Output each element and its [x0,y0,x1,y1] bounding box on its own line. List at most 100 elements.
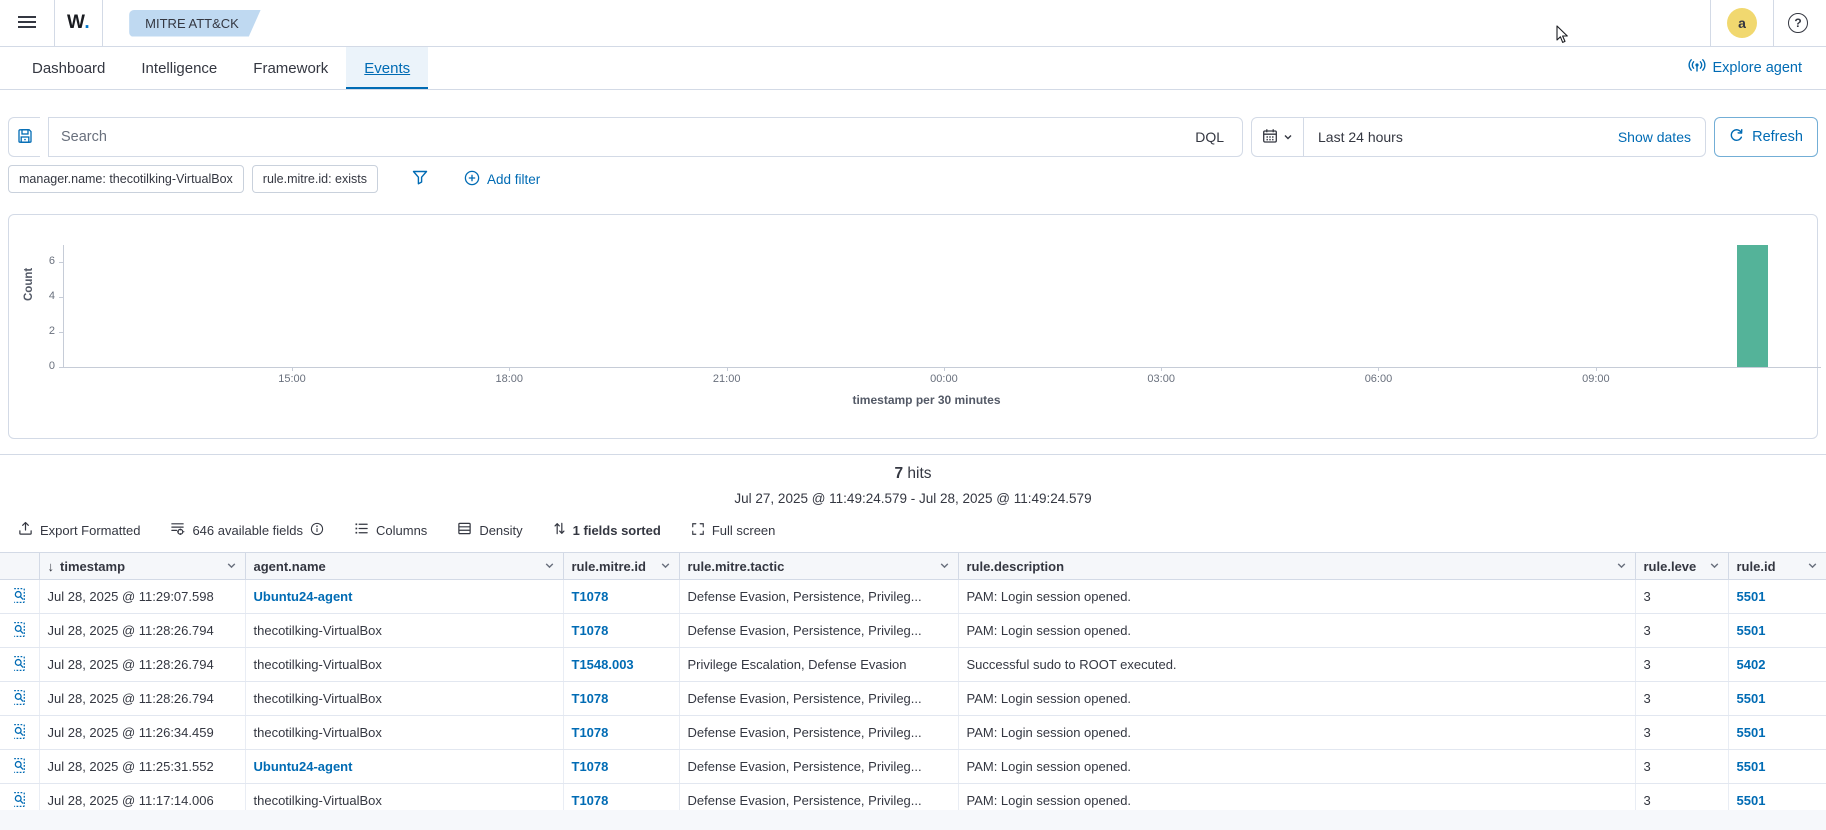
table-row: Jul 28, 2025 @ 11:28:26.794thecotilking-… [0,682,1826,716]
chevron-down-icon[interactable] [544,559,555,574]
chevron-down-icon[interactable] [1807,559,1818,574]
inspect-document-button[interactable] [9,653,30,677]
rule-id-link[interactable]: 5501 [1737,589,1766,604]
column-header-rule-description[interactable]: rule.description [958,553,1635,580]
explore-agent-button[interactable]: Explore agent [1682,47,1808,89]
cell-rule-id: 5501 [1728,716,1826,750]
inspect-document-button[interactable] [9,789,30,813]
chart-x-tick [1161,367,1162,371]
row-control-cell [0,614,39,648]
cell-rule-level: 3 [1635,580,1728,614]
tab-events[interactable]: Events [346,47,428,89]
filter-options-button[interactable] [408,166,432,192]
column-header-rule-id[interactable]: rule.id [1728,553,1826,580]
chevron-down-icon [1283,130,1293,145]
column-header-agent-name[interactable]: agent.name [245,553,563,580]
chart-x-tick [727,367,728,371]
chart-x-tick-label: 15:00 [278,373,306,385]
available-fields-button[interactable]: 646 available fields [170,521,324,539]
filter-funnel-icon [412,170,428,188]
agent-name-link[interactable]: Ubuntu24-agent [254,589,353,604]
rule-id-link[interactable]: 5402 [1737,657,1766,672]
cell-rule-mitre-tactic: Defense Evasion, Persistence, Privileg..… [679,750,958,784]
chart-x-tick-label: 06:00 [1365,373,1393,385]
chevron-down-icon[interactable] [226,559,237,574]
cell-agent-name: Ubuntu24-agent [245,750,563,784]
filter-pill-rule-mitre-id[interactable]: rule.mitre.id: exists [252,165,378,193]
chevron-down-icon[interactable] [1709,559,1720,574]
table-row: Jul 28, 2025 @ 11:28:26.794thecotilking-… [0,648,1826,682]
inspect-icon [11,791,28,811]
rule-id-link[interactable]: 5501 [1737,623,1766,638]
inspect-document-button[interactable] [9,687,30,711]
rule-id-link[interactable]: 5501 [1737,691,1766,706]
column-header-rule-level[interactable]: rule.level [1635,553,1728,580]
cell-rule-mitre-id: T1078 [563,614,679,648]
chart-x-tick [292,367,293,371]
fields-sorted-button[interactable]: 1 fields sorted [553,521,661,539]
add-filter-button[interactable]: Add filter [458,169,546,190]
help-button[interactable]: ? [1788,13,1808,33]
column-header-timestamp[interactable]: ↓timestamp [39,553,245,580]
chart-x-tick [1378,367,1379,371]
chevron-down-icon[interactable] [660,559,671,574]
cell-rule-mitre-id: T1078 [563,716,679,750]
column-header-rule-mitre-tactic[interactable]: rule.mitre.tactic [679,553,958,580]
chevron-down-icon[interactable] [939,559,950,574]
rule-id-link[interactable]: 5501 [1737,725,1766,740]
cell-rule-id: 5501 [1728,614,1826,648]
time-range-button[interactable]: Last 24 hours [1304,129,1604,145]
row-control-cell [0,750,39,784]
menu-icon [18,14,36,33]
rule-id-link[interactable]: 5501 [1737,793,1766,808]
rule-mitre-id-link[interactable]: T1078 [572,589,609,604]
events-table-header: ↓timestampagent.namerule.mitre.idrule.mi… [0,553,1826,580]
inspect-document-button[interactable] [9,721,30,745]
chevron-down-icon[interactable] [1616,559,1627,574]
rule-mitre-id-link[interactable]: T1078 [572,623,609,638]
columns-button[interactable]: Columns [354,521,427,539]
tab-framework[interactable]: Framework [235,47,346,89]
breadcrumb[interactable]: MITRE ATT&CK [129,10,261,37]
quick-select-button[interactable] [1252,118,1304,156]
save-query-button[interactable] [8,117,40,157]
rule-id-link[interactable]: 5501 [1737,759,1766,774]
search-input[interactable] [49,118,1181,156]
inspect-document-button[interactable] [9,619,30,643]
chart-y-tick-label: 6 [29,255,55,267]
rule-mitre-id-link[interactable]: T1078 [572,759,609,774]
rule-mitre-id-link[interactable]: T1548.003 [572,657,634,672]
tab-dashboard[interactable]: Dashboard [14,47,123,89]
refresh-button[interactable]: Refresh [1714,117,1818,157]
filter-pill-manager-name[interactable]: manager.name: thecotilking-VirtualBox [8,165,244,193]
show-dates-button[interactable]: Show dates [1604,129,1705,145]
tab-intelligence[interactable]: Intelligence [123,47,235,89]
events-table-body: Jul 28, 2025 @ 11:29:07.598Ubuntu24-agen… [0,580,1826,818]
query-bar: DQL Last 24 hours Show dates [0,90,1826,157]
rule-mitre-id-link[interactable]: T1078 [572,793,609,808]
query-language-button[interactable]: DQL [1181,129,1238,145]
inspect-document-button[interactable] [9,585,30,609]
app-logo[interactable]: W. [67,12,90,34]
cell-rule-description: PAM: Login session opened. [958,716,1635,750]
column-header-rule-mitre-id[interactable]: rule.mitre.id [563,553,679,580]
density-button[interactable]: Density [457,521,522,539]
inspect-document-button[interactable] [9,755,30,779]
inspect-icon [11,723,28,743]
info-icon[interactable] [310,522,324,539]
rule-mitre-id-link[interactable]: T1078 [572,725,609,740]
hits-date-range: Jul 27, 2025 @ 11:49:24.579 - Jul 28, 20… [0,491,1826,506]
cell-timestamp: Jul 28, 2025 @ 11:28:26.794 [39,648,245,682]
fullscreen-button[interactable]: Full screen [691,522,776,539]
cell-rule-id: 5402 [1728,648,1826,682]
rule-mitre-id-link[interactable]: T1078 [572,691,609,706]
menu-button[interactable] [12,8,42,39]
export-formatted-button[interactable]: Export Formatted [18,521,140,539]
cell-rule-level: 3 [1635,750,1728,784]
header-control-column [0,553,39,580]
histogram-bar[interactable] [1737,245,1768,367]
agent-name-link[interactable]: Ubuntu24-agent [254,759,353,774]
cell-rule-description: PAM: Login session opened. [958,580,1635,614]
chart-x-tick-label: 21:00 [713,373,741,385]
avatar[interactable]: a [1727,8,1757,38]
